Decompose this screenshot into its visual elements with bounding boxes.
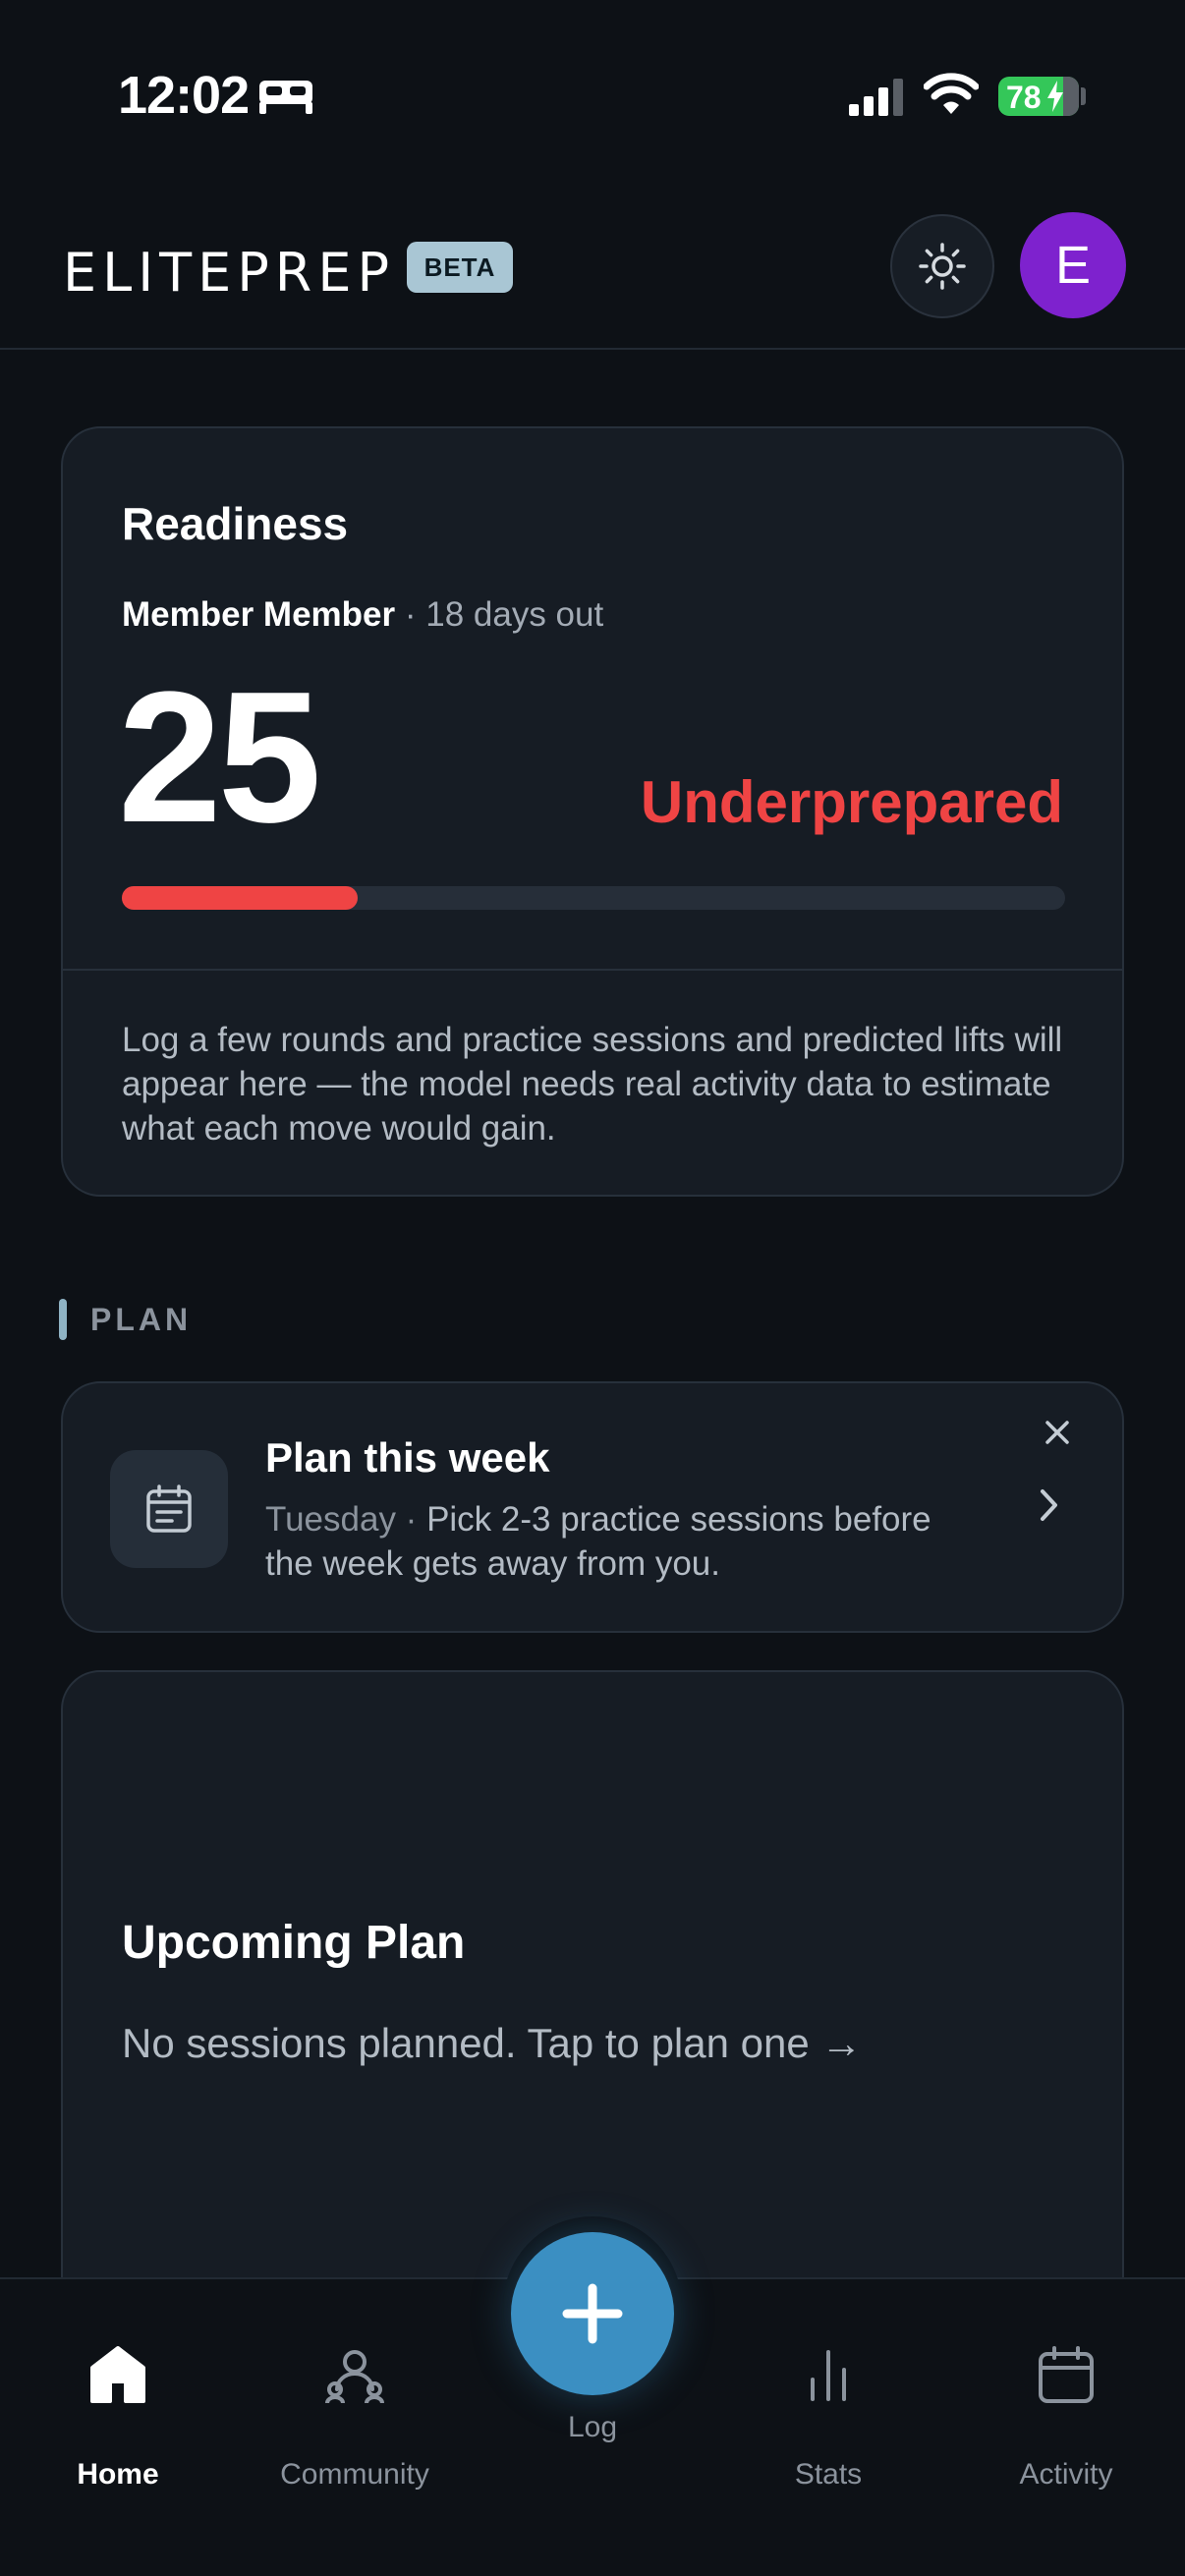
member-name: Member Member xyxy=(122,595,396,634)
readiness-progress-bar xyxy=(122,886,1065,910)
nav-log-label[interactable]: Log xyxy=(0,2411,1185,2444)
status-time: 12:02 xyxy=(118,66,250,125)
plan-section-header: PLAN xyxy=(59,1299,192,1340)
battery-level: 78 xyxy=(1006,80,1042,115)
home-screen: 12:02 78 ELITEPREP BETA E Readiness Memb… xyxy=(0,0,1185,2576)
section-label: PLAN xyxy=(90,1301,193,1337)
calendar-icon xyxy=(1039,2346,1094,2403)
status-bar: 12:02 78 xyxy=(0,0,1185,187)
plan-week-day: Tuesday xyxy=(265,1500,396,1539)
readiness-card[interactable]: Readiness Member Member · 18 days out 25… xyxy=(61,426,1124,1197)
avatar[interactable]: E xyxy=(1020,212,1126,318)
plan-week-card[interactable]: Plan this week Tuesday · Pick 2-3 practi… xyxy=(61,1381,1124,1633)
days-out: 18 days out xyxy=(425,595,604,634)
nav-community-label: Community xyxy=(280,2458,429,2491)
nav-stats-label: Stats xyxy=(794,2458,863,2491)
section-accent-bar xyxy=(59,1299,67,1340)
plan-week-description: Tuesday · Pick 2-3 practice sessions bef… xyxy=(265,1497,933,1586)
battery-cap xyxy=(1081,87,1086,105)
divider xyxy=(63,969,1122,971)
readiness-title: Readiness xyxy=(122,498,349,549)
theme-toggle-button[interactable] xyxy=(890,214,994,318)
plan-week-separator: · xyxy=(395,1500,427,1539)
community-icon xyxy=(325,2350,384,2404)
signal-icon xyxy=(849,79,903,116)
app-header: ELITEPREP BETA E xyxy=(0,187,1185,350)
wifi-icon xyxy=(924,73,979,114)
sun-icon xyxy=(919,243,966,290)
stats-icon xyxy=(811,2350,846,2401)
readiness-subtitle: Member Member · 18 days out xyxy=(122,595,603,635)
nav-home-label: Home xyxy=(77,2458,159,2491)
chevron-right-icon[interactable] xyxy=(1036,1487,1061,1523)
charging-bolt-icon xyxy=(1047,81,1063,112)
plan-icon-tile xyxy=(110,1450,228,1568)
home-icon xyxy=(90,2346,145,2403)
readiness-progress-fill xyxy=(122,886,358,910)
beta-badge: BETA xyxy=(407,242,513,293)
upcoming-plan-empty-link[interactable]: No sessions planned. Tap to plan one → xyxy=(122,2020,862,2067)
bed-icon xyxy=(259,81,312,114)
readiness-score: 25 xyxy=(118,653,321,862)
plus-icon xyxy=(562,2283,623,2344)
battery-icon: 78 xyxy=(998,77,1079,116)
readiness-note: Log a few rounds and practice sessions a… xyxy=(122,1021,1063,1148)
readiness-status: Underprepared xyxy=(640,769,1063,835)
brand-logo[interactable]: ELITEPREP xyxy=(63,242,395,304)
plan-week-title: Plan this week xyxy=(265,1434,550,1481)
calendar-list-icon xyxy=(146,1484,192,1533)
nav-activity-label: Activity xyxy=(1019,2458,1113,2491)
log-button[interactable] xyxy=(511,2232,674,2395)
upcoming-plan-title: Upcoming Plan xyxy=(122,1917,466,1969)
close-icon[interactable] xyxy=(1044,1419,1071,1446)
subtitle-separator: · xyxy=(395,595,426,634)
